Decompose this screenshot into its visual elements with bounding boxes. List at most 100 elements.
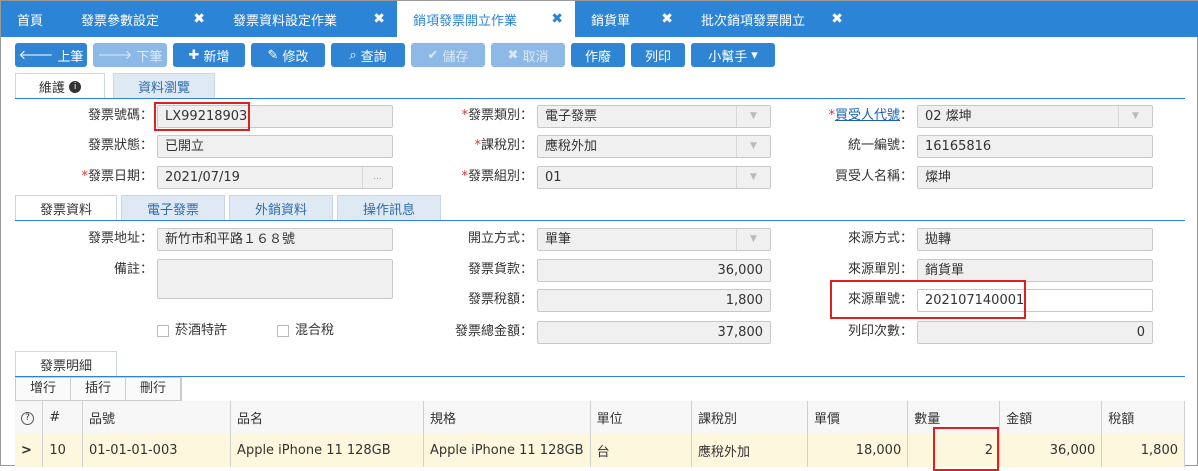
source-doc-field[interactable]: 銷貨單 <box>917 259 1153 282</box>
insert-row-button[interactable]: 插行 <box>71 378 127 400</box>
close-icon[interactable]: ✖ <box>661 11 673 27</box>
method-select[interactable]: 單筆 ▼ <box>537 228 771 251</box>
col-header[interactable]: 單位 <box>590 401 693 433</box>
cell-unit[interactable]: 台 <box>590 433 693 467</box>
cell-seq[interactable]: 10 <box>42 433 83 467</box>
tab-maintain[interactable]: 維護 i <box>15 73 105 99</box>
close-icon: ✖ <box>507 47 519 63</box>
tab-label: 銷貨單 <box>591 13 631 29</box>
highlight-box <box>933 427 999 471</box>
cell-spec[interactable]: Apple iPhone 11 128GB <box>423 433 591 467</box>
edit-button[interactable]: ✎ 修改 <box>251 43 325 67</box>
tobacco-label: 菸酒特許 <box>175 323 228 338</box>
cell-unit-price[interactable]: 18,000 <box>807 433 909 467</box>
cell-item-name[interactable]: Apple iPhone 11 128GB <box>230 433 424 467</box>
type-label: *發票類別： <box>461 108 533 123</box>
chevron-down-icon: ▼ <box>1118 106 1152 127</box>
invoice-no-label: 發票號碼： <box>87 108 153 123</box>
col-header[interactable]: # <box>42 401 83 433</box>
info-tabs: 發票資料 電子發票 外銷資料 操作訊息 <box>15 195 449 221</box>
void-button[interactable]: 作廢 <box>571 43 625 67</box>
next-record-button[interactable]: 🡒 下筆 <box>93 43 167 67</box>
chevron-down-icon: ▼ <box>736 136 770 157</box>
unified-label: 統一編號： <box>847 138 913 153</box>
status-field[interactable]: 已開立 <box>157 135 393 158</box>
helper-dropdown-button[interactable]: 小幫手 ▾ <box>691 43 775 67</box>
tab-sales-order[interactable]: 銷貨單 ✖ <box>575 1 685 37</box>
tab-batch-invoice[interactable]: 批次銷項發票開立 ✖ <box>685 1 855 37</box>
address-label: 發票地址： <box>87 231 153 246</box>
help-icon[interactable]: ? <box>15 401 44 433</box>
col-header[interactable]: 規格 <box>423 401 591 433</box>
tab-home[interactable]: 首頁 <box>1 1 65 37</box>
date-picker-button[interactable]: ... <box>362 167 392 188</box>
close-icon[interactable]: ✖ <box>551 11 563 27</box>
tab-invoice-settings[interactable]: 發票資料設定作業 ✖ <box>217 1 397 37</box>
table-row[interactable]: > 10 01-01-01-003 Apple iPhone 11 128GB … <box>15 433 1185 467</box>
cell-tax-type[interactable]: 應稅外加 <box>691 433 808 467</box>
row-selector-icon[interactable]: > <box>15 433 44 467</box>
tab-einvoice[interactable]: 電子發票 <box>121 195 225 221</box>
col-header[interactable]: 課稅別 <box>691 401 808 433</box>
add-button[interactable]: ✚ 新增 <box>173 43 245 67</box>
query-button[interactable]: ⌕ 查詢 <box>331 43 405 67</box>
source-type-label: 來源方式： <box>847 231 913 246</box>
col-header[interactable]: 單價 <box>807 401 909 433</box>
cell-item-no[interactable]: 01-01-01-003 <box>82 433 232 467</box>
close-icon[interactable]: ✖ <box>831 11 843 27</box>
tab-invoice-detail[interactable]: 發票明細 <box>15 351 117 377</box>
tobacco-checkbox[interactable] <box>157 325 169 337</box>
col-header[interactable]: 品名 <box>230 401 424 433</box>
divider <box>15 98 1185 99</box>
arrow-right-icon: 🡒 <box>97 48 133 63</box>
col-header[interactable]: 品號 <box>82 401 232 433</box>
buyer-name-field[interactable]: 燦坤 <box>917 166 1153 189</box>
pencil-icon: ✎ <box>267 47 279 63</box>
detail-grid: ? # 品號 品名 規格 單位 課稅別 單價 數量 金額 稅額 > 10 01-… <box>15 401 1185 467</box>
add-row-button[interactable]: 增行 <box>16 378 72 400</box>
unified-field[interactable]: 16165816 <box>917 135 1153 158</box>
buyer-code-label: *買受人代號： <box>828 108 913 123</box>
memo-textarea[interactable] <box>157 259 393 299</box>
amount-field[interactable]: 36,000 <box>537 259 771 282</box>
date-label: *發票日期： <box>81 169 153 184</box>
group-select[interactable]: 01 ▼ <box>537 166 771 189</box>
tab-sales-invoice[interactable]: 銷項發票開立作業 ✖ <box>397 1 575 37</box>
tab-export[interactable]: 外銷資料 <box>229 195 333 221</box>
type-select[interactable]: 電子發票 ▼ <box>537 105 771 128</box>
search-icon: ⌕ <box>349 47 357 63</box>
save-button[interactable]: ✔ 儲存 <box>411 43 485 67</box>
date-field[interactable]: 2021/07/19... <box>157 166 393 189</box>
address-field[interactable]: 新竹市和平路１６８號 <box>157 228 393 251</box>
tax-select[interactable]: 應稅外加 ▼ <box>537 135 771 158</box>
buyer-code-select[interactable]: 02 燦坤 ▼ <box>917 105 1153 128</box>
cancel-button[interactable]: ✖ 取消 <box>491 43 565 67</box>
tab-invoice-data[interactable]: 發票資料 <box>15 195 117 221</box>
prev-record-button[interactable]: 🡐 上筆 <box>15 43 87 67</box>
info-icon: i <box>69 80 82 93</box>
print-button[interactable]: 列印 <box>631 43 685 67</box>
source-type-field[interactable]: 拋轉 <box>917 228 1153 251</box>
print-count-field[interactable]: 0 <box>917 321 1153 344</box>
close-icon[interactable]: ✖ <box>373 11 385 27</box>
cell-tax[interactable]: 1,800 <box>1101 433 1185 467</box>
col-header[interactable]: 稅額 <box>1101 401 1185 433</box>
close-icon[interactable]: ✖ <box>193 11 205 27</box>
total-field[interactable]: 37,800 <box>537 321 771 344</box>
delete-row-button[interactable]: 刪行 <box>126 378 182 400</box>
col-header[interactable]: 金額 <box>999 401 1103 433</box>
mixed-tax-checkbox[interactable] <box>277 325 289 337</box>
check-icon: ✔ <box>427 47 439 63</box>
chevron-down-icon: ▼ <box>736 167 770 188</box>
tax-label: *課稅別： <box>474 138 533 153</box>
tax-amount-field[interactable]: 1,800 <box>537 289 771 312</box>
tab-invoice-params[interactable]: 發票參數設定 ✖ <box>65 1 217 37</box>
tab-browse[interactable]: 資料瀏覽 <box>113 73 215 99</box>
caret-down-icon: ▾ <box>751 47 758 63</box>
tab-oplog[interactable]: 操作訊息 <box>337 195 441 221</box>
cell-amount[interactable]: 36,000 <box>999 433 1103 467</box>
buyer-code-link[interactable]: 買受人代號 <box>835 108 900 123</box>
chevron-down-icon: ▼ <box>736 229 770 250</box>
buyer-name-label: 買受人名稱： <box>834 169 913 184</box>
arrow-left-icon: 🡐 <box>18 48 54 63</box>
